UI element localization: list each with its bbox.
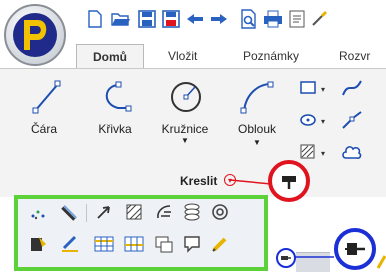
tab-poznamky[interactable]: Poznámky [243, 44, 299, 68]
undo-icon[interactable] [184, 8, 206, 30]
rectangle-button[interactable]: ▾ [298, 76, 334, 100]
red-callout-pin-icon [268, 160, 310, 202]
curve-icon [105, 81, 132, 112]
dots-icon[interactable] [26, 200, 50, 224]
toolbar-divider [86, 204, 87, 222]
polyline-button[interactable] [340, 108, 364, 132]
brush-icon[interactable] [308, 8, 330, 30]
hatch-button[interactable]: ▾ [298, 140, 334, 164]
svg-text:▾: ▾ [321, 117, 325, 126]
arc-icon [240, 81, 274, 114]
new-document-icon[interactable] [84, 8, 106, 30]
window-icon[interactable] [152, 232, 176, 256]
print-preview-icon[interactable] [238, 8, 260, 30]
spline-button[interactable] [340, 76, 364, 100]
save-icon[interactable] [136, 8, 158, 30]
grid-icon[interactable] [122, 232, 146, 256]
arc-label: Oblouk [237, 122, 277, 136]
circle-button[interactable]: Kružnice ▼ [153, 74, 217, 160]
layers-icon[interactable] [180, 200, 204, 224]
table-icon[interactable] [92, 232, 116, 256]
line-button[interactable]: Čára [22, 74, 66, 150]
frame-icon[interactable] [180, 232, 204, 256]
open-folder-icon[interactable] [110, 8, 132, 30]
ellipse-button[interactable]: ▾ [298, 108, 334, 132]
pen-icon[interactable] [58, 232, 82, 256]
tab-domu[interactable]: Domů [76, 44, 144, 69]
edge-brush-icon [376, 250, 386, 270]
svg-text:▾: ▾ [321, 149, 325, 158]
target-icon[interactable] [208, 200, 232, 224]
blue-callout-pin-icon [334, 228, 376, 270]
paint-icon[interactable] [26, 232, 50, 256]
arc-dropdown-icon[interactable]: ▼ [226, 138, 288, 147]
line-label: Čára [30, 122, 57, 136]
circle-dropdown-icon[interactable]: ▼ [153, 136, 217, 145]
save-as-icon[interactable] [160, 8, 182, 30]
cloud-button[interactable] [340, 140, 364, 164]
tab-rozvr[interactable]: Rozvr [339, 44, 370, 68]
kreslit-group-title: Kreslit [180, 174, 218, 188]
tab-vlozit[interactable]: Vložit [168, 44, 197, 68]
blue-connector [294, 256, 334, 258]
curve-button[interactable]: Křivka [90, 74, 140, 150]
arc-button[interactable]: Oblouk ▼ [226, 74, 288, 160]
redo-icon[interactable] [208, 8, 230, 30]
hatch-pattern-icon[interactable] [122, 200, 146, 224]
curve-label: Křivka [98, 122, 132, 136]
properties-icon[interactable] [286, 8, 308, 30]
circle-label: Kružnice [161, 122, 209, 136]
arrow-icon[interactable] [92, 200, 116, 224]
print-icon[interactable] [262, 8, 284, 30]
circle-icon [171, 82, 201, 112]
pencil-icon[interactable] [208, 232, 232, 256]
svg-text:▾: ▾ [321, 85, 325, 94]
edit-curve-icon[interactable] [152, 200, 176, 224]
line-icon [32, 80, 61, 114]
app-logo[interactable] [2, 2, 68, 68]
ruler-icon[interactable] [58, 200, 82, 224]
